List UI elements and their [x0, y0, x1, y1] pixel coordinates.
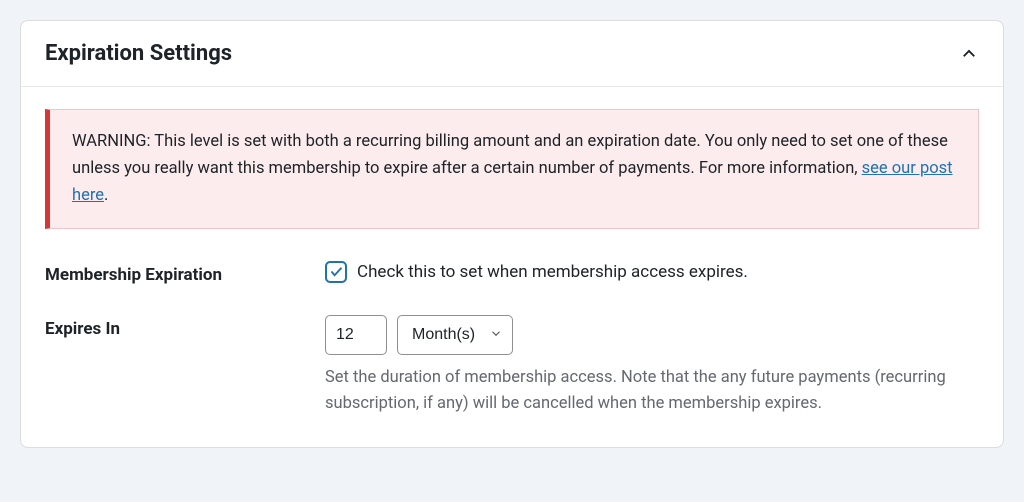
expires-in-value-input[interactable]: [325, 315, 387, 355]
warning-prefix: WARNING:: [72, 132, 154, 151]
membership-expiration-control: Check this to set when membership access…: [325, 261, 979, 283]
expires-in-help-text: Set the duration of membership access. N…: [325, 365, 979, 418]
membership-expiration-description: Check this to set when membership access…: [357, 262, 748, 282]
panel-header[interactable]: Expiration Settings: [21, 21, 1003, 87]
panel-body: WARNING: This level is set with both a r…: [21, 87, 1003, 447]
expires-in-inputs: Month(s): [325, 315, 979, 355]
expires-in-row: Expires In Month(s) Set the duration of …: [45, 315, 979, 418]
expiration-settings-panel: Expiration Settings WARNING: This level …: [20, 20, 1004, 448]
membership-expiration-label: Membership Expiration: [45, 261, 325, 285]
expires-in-unit-select[interactable]: Month(s): [397, 315, 513, 355]
expires-in-control: Month(s) Set the duration of membership …: [325, 315, 979, 418]
panel-title: Expiration Settings: [45, 41, 232, 66]
warning-notice: WARNING: This level is set with both a r…: [45, 109, 979, 229]
membership-expiration-checkbox[interactable]: [325, 261, 347, 283]
chevron-up-icon: [959, 44, 979, 64]
warning-text: This level is set with both a recurring …: [72, 132, 948, 178]
checkbox-row: Check this to set when membership access…: [325, 261, 979, 283]
expires-in-unit-wrap: Month(s): [397, 315, 513, 355]
membership-expiration-row: Membership Expiration Check this to set …: [45, 261, 979, 285]
warning-suffix: .: [104, 186, 108, 205]
expires-in-label: Expires In: [45, 315, 325, 339]
